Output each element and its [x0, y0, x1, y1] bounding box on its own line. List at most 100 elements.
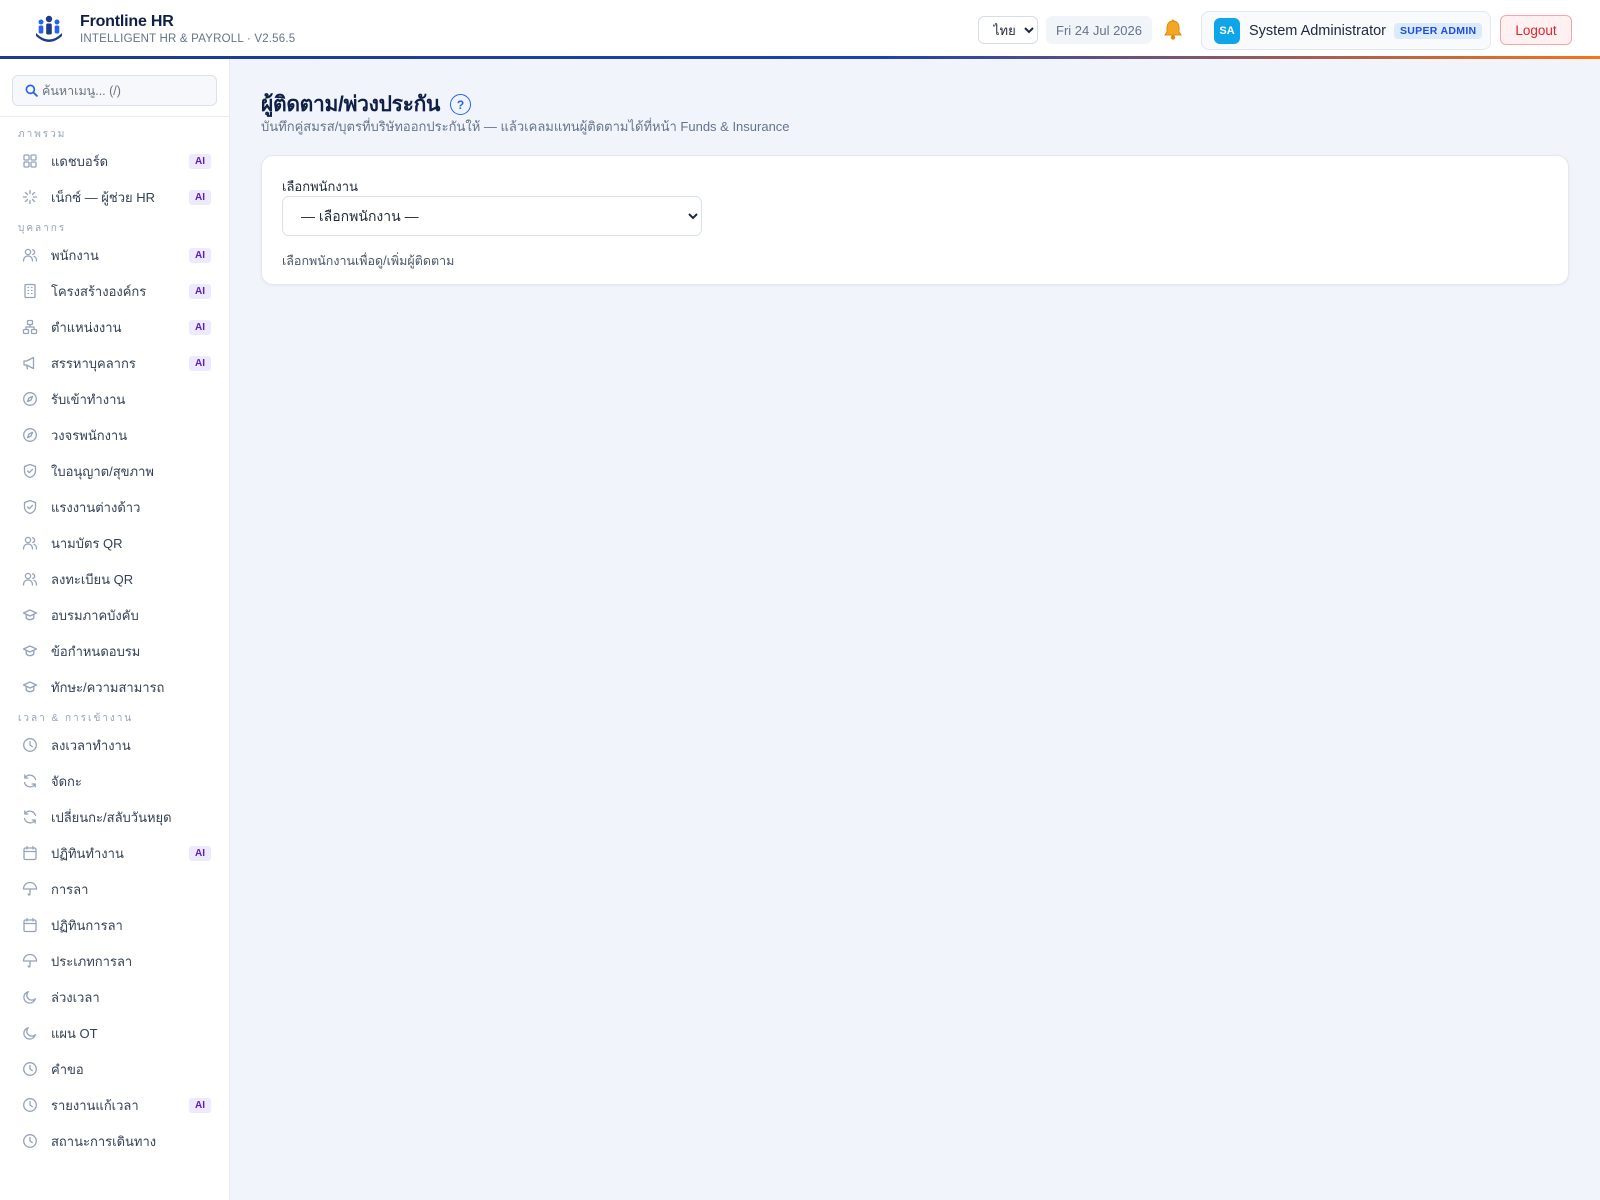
sidebar-item-label: ประเภทการลา [51, 953, 133, 969]
employee-select[interactable]: — เลือกพนักงาน — [282, 196, 702, 236]
sidebar-item[interactable]: นามบัตร QR [0, 525, 229, 561]
sidebar-item-label: ปฏิทินทำงาน [51, 845, 124, 861]
sidebar-item[interactable]: ทักษะ/ความสามารถ [0, 669, 229, 705]
sidebar-item-label: ลงเวลาทำงาน [51, 737, 131, 753]
sidebar-item[interactable]: เปลี่ยนกะ/สลับวันหยุด [0, 799, 229, 835]
umbrella-icon [22, 881, 38, 897]
sidebar-item[interactable]: ปฏิทินการลา [0, 907, 229, 943]
sidebar-item-label: นามบัตร QR [51, 535, 123, 551]
brand-version: INTELLIGENT HR & PAYROLL · V2.56.5 [80, 33, 296, 45]
ai-badge: AI [189, 319, 211, 335]
users-icon [22, 535, 38, 551]
sidebar-item-label: พนักงาน [51, 247, 99, 263]
sidebar-item[interactable]: เน็กซ์ — ผู้ช่วย HR AI [0, 179, 229, 215]
menu-search[interactable] [12, 75, 217, 106]
ai-badge: AI [189, 355, 211, 371]
sidebar-item-label: รายงานแก้เวลา [51, 1097, 139, 1113]
graduation-cap-icon [22, 643, 38, 659]
graduation-cap-icon [22, 607, 38, 623]
sidebar-item[interactable]: สรรหาบุคลากร AI [0, 345, 229, 381]
sidebar-item[interactable]: พนักงาน AI [0, 237, 229, 273]
compass-icon [22, 391, 38, 407]
sidebar-item-label: ข้อกำหนดอบรม [51, 643, 141, 659]
users-icon [22, 571, 38, 587]
sidebar-item[interactable]: ปฏิทินทำงาน AI [0, 835, 229, 871]
logout-button[interactable]: Logout [1500, 15, 1572, 45]
sidebar-item-label: สถานะการเดินทาง [51, 1133, 157, 1149]
sidebar-item[interactable]: สถานะการเดินทาง [0, 1123, 229, 1159]
moon-icon [22, 989, 38, 1005]
sidebar-item-label: ทักษะ/ความสามารถ [51, 679, 165, 695]
sidebar-item-label: ตำแหน่งงาน [51, 319, 122, 335]
org-chart-icon [22, 319, 38, 335]
spinner-icon [22, 189, 38, 205]
sidebar-group-label: ภาพรวม [18, 129, 67, 140]
ai-badge: AI [189, 283, 211, 299]
menu-search-input[interactable] [42, 83, 212, 98]
megaphone-icon [22, 355, 38, 371]
sidebar-item[interactable]: ประเภทการลา [0, 943, 229, 979]
sidebar-item[interactable]: แผน OT [0, 1015, 229, 1051]
sidebar-item-label: รับเข้าทำงาน [51, 391, 126, 407]
ai-badge: AI [189, 1097, 211, 1113]
sidebar-item[interactable]: โครงสร้างองค์กร AI [0, 273, 229, 309]
sidebar-item-label: โครงสร้างองค์กร [51, 283, 147, 299]
sidebar-search-wrap [0, 59, 229, 117]
sidebar-item[interactable]: รายงานแก้เวลา AI [0, 1087, 229, 1123]
sidebar-item[interactable]: ลงทะเบียน QR [0, 561, 229, 597]
search-icon [25, 84, 38, 97]
sidebar-item-label: แรงงานต่างด้าว [51, 499, 141, 515]
sidebar-item[interactable]: ลงเวลาทำงาน [0, 727, 229, 763]
sidebar-item[interactable]: แดชบอร์ด AI [0, 143, 229, 179]
sidebar-item-label: แดชบอร์ด [51, 153, 109, 169]
sidebar-item[interactable]: จัดกะ [0, 763, 229, 799]
clock-icon [22, 737, 38, 753]
role-badge: SUPER ADMIN [1394, 22, 1483, 39]
sidebar-item-label: วงจรพนักงาน [51, 427, 128, 443]
notifications-button[interactable] [1160, 16, 1186, 44]
sidebar-item[interactable]: ล่วงเวลา [0, 979, 229, 1015]
refresh-icon [22, 809, 38, 825]
employee-picker-card: เลือกพนักงาน — เลือกพนักงาน — เลือกพนักง… [261, 155, 1569, 285]
user-menu[interactable]: SA System Administrator SUPER ADMIN [1201, 11, 1491, 50]
ai-badge: AI [189, 153, 211, 169]
sidebar-item[interactable]: รับเข้าทำงาน [0, 381, 229, 417]
sidebar-item-label: อบรมภาคบังคับ [51, 607, 139, 623]
shield-icon [22, 463, 38, 479]
users-icon [22, 247, 38, 263]
sidebar-item[interactable]: วงจรพนักงาน [0, 417, 229, 453]
language-select[interactable]: ไทย [978, 16, 1038, 44]
sidebar-item[interactable]: คำขอ [0, 1051, 229, 1087]
main-content: ผู้ติดตาม/พ่วงประกัน ? บันทึกคู่สมรส/บุต… [230, 59, 1600, 1200]
sidebar-item[interactable]: อบรมภาคบังคับ [0, 597, 229, 633]
bell-icon [1164, 19, 1182, 40]
compass-icon [22, 427, 38, 443]
sidebar: ภาพรวมแดชบอร์ด AI เน็กซ์ — ผู้ช่วย HR AI บุค… [0, 59, 230, 1200]
graduation-cap-icon [22, 679, 38, 695]
ai-badge: AI [189, 189, 211, 205]
calendar-icon [22, 917, 38, 933]
grid-icon [22, 153, 38, 169]
brand-name: Frontline HR [80, 13, 174, 30]
current-date: Fri 24 Jul 2026 [1046, 16, 1152, 44]
shield-icon [22, 499, 38, 515]
sidebar-item-label: คำขอ [51, 1061, 84, 1077]
brand[interactable]: Frontline HR INTELLIGENT HR & PAYROLL · … [32, 12, 295, 47]
sidebar-item[interactable]: การลา [0, 871, 229, 907]
sidebar-item[interactable]: ใบอนุญาต/สุขภาพ [0, 453, 229, 489]
avatar: SA [1214, 17, 1240, 44]
sidebar-item[interactable]: ข้อกำหนดอบรม [0, 633, 229, 669]
sidebar-item-label: ลงทะเบียน QR [51, 571, 134, 587]
sidebar-item[interactable]: ตำแหน่งงาน AI [0, 309, 229, 345]
help-button[interactable]: ? [450, 94, 472, 115]
page-subtitle: บันทึกคู่สมรส/บุตรที่บริษัทออกประกันให้ … [261, 119, 790, 134]
sidebar-item[interactable]: แรงงานต่างด้าว [0, 489, 229, 525]
moon-icon [22, 1025, 38, 1041]
clock-icon [22, 1061, 38, 1077]
sidebar-item-label: ปฏิทินการลา [51, 917, 123, 933]
building-icon [22, 283, 38, 299]
sidebar-item-label: เน็กซ์ — ผู้ช่วย HR [51, 189, 155, 205]
sidebar-item-label: เปลี่ยนกะ/สลับวันหยุด [51, 809, 172, 825]
clock-icon [22, 1133, 38, 1149]
calendar-icon [22, 845, 38, 861]
